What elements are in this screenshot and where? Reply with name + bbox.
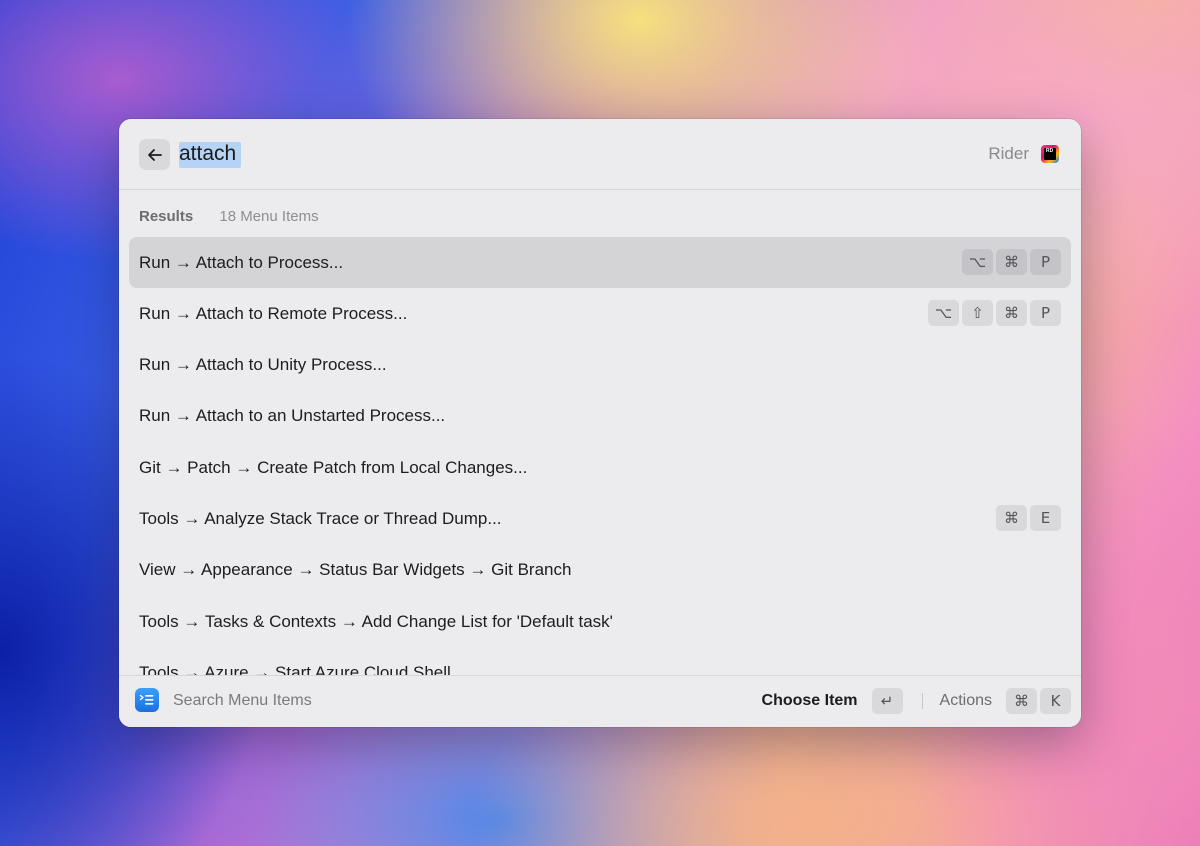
result-label: Tools → Azure → Start Azure Cloud Shell (139, 662, 451, 675)
menu-search-extension-icon (135, 688, 159, 712)
command-key-icon: ⌘ (1006, 688, 1037, 714)
arrow-left-icon (147, 148, 162, 161)
result-row[interactable]: View → Appearance → Status Bar Widgets →… (129, 545, 1071, 596)
shortcut-key: P (1030, 249, 1061, 275)
search-bar: Rider RD (119, 119, 1081, 190)
result-label: View → Appearance → Status Bar Widgets →… (139, 560, 572, 580)
result-label: Tools → Tasks & Contexts → Add Change Li… (139, 611, 613, 631)
result-row[interactable]: Run → Attach to Remote Process... ⌥ ⇧ ⌘ P (129, 288, 1071, 339)
result-row[interactable]: Run → Attach to an Unstarted Process... (129, 391, 1071, 442)
keyboard-shortcut: ⌥ ⇧ ⌘ P (928, 300, 1061, 327)
shortcut-key: E (1030, 505, 1061, 532)
footer-title: Search Menu Items (173, 692, 312, 709)
result-row[interactable]: Tools → Azure → Start Azure Cloud Shell (129, 647, 1071, 675)
footer-separator (921, 693, 923, 709)
k-key: K (1040, 688, 1071, 714)
shortcut-key: ⌘ (996, 505, 1027, 532)
shortcut-key: ⌘ (996, 249, 1027, 275)
results-header: Results 18 Menu Items (139, 208, 319, 225)
result-row[interactable]: Run → Attach to Process... ⌥ ⌘ P (129, 237, 1071, 288)
rider-app-icon: RD (1041, 145, 1059, 163)
result-label: Tools → Analyze Stack Trace or Thread Du… (139, 508, 502, 528)
keyboard-shortcut: ⌘ E (996, 505, 1061, 532)
shortcut-key: ⌥ (962, 249, 993, 275)
result-label: Run → Attach to Process... (139, 252, 344, 272)
shortcut-key: ⇧ (962, 300, 993, 327)
shortcut-key: P (1030, 300, 1061, 327)
keyboard-shortcut: ⌥ ⌘ P (962, 249, 1061, 275)
search-input[interactable] (177, 137, 881, 171)
result-label: Run → Attach to Remote Process... (139, 303, 408, 323)
results-list[interactable]: Run → Attach to Process... ⌥ ⌘ P Run → Attac… (129, 237, 1071, 675)
result-row[interactable]: Tools → Analyze Stack Trace or Thread Du… (129, 493, 1071, 544)
return-key-icon: ↵ (871, 688, 903, 714)
actions-button[interactable]: Actions (940, 692, 992, 710)
result-label: Git → Patch → Create Patch from Local Ch… (139, 457, 528, 477)
results-count: 18 Menu Items (219, 208, 319, 225)
results-title: Results (139, 208, 194, 225)
result-row[interactable]: Tools → Tasks & Contexts → Add Change Li… (129, 596, 1071, 647)
footer-bar: Search Menu Items Choose Item ↵ Actions … (119, 675, 1081, 727)
result-label: Run → Attach to Unity Process... (139, 355, 387, 375)
result-row[interactable]: Git → Patch → Create Patch from Local Ch… (129, 442, 1071, 493)
shortcut-key: ⌘ (996, 300, 1027, 327)
result-row[interactable]: Run → Attach to Unity Process... (129, 340, 1071, 391)
result-label: Run → Attach to an Unstarted Process... (139, 406, 446, 426)
command-palette-window: Rider RD Results 18 Menu Items Run → Att… (119, 119, 1081, 727)
back-button[interactable] (139, 139, 170, 170)
shortcut-key: ⌥ (928, 300, 959, 327)
app-name: Rider (988, 144, 1029, 163)
choose-item-button[interactable]: Choose Item (762, 692, 858, 710)
footer-actions: Choose Item ↵ Actions ⌘ K (762, 688, 1071, 714)
